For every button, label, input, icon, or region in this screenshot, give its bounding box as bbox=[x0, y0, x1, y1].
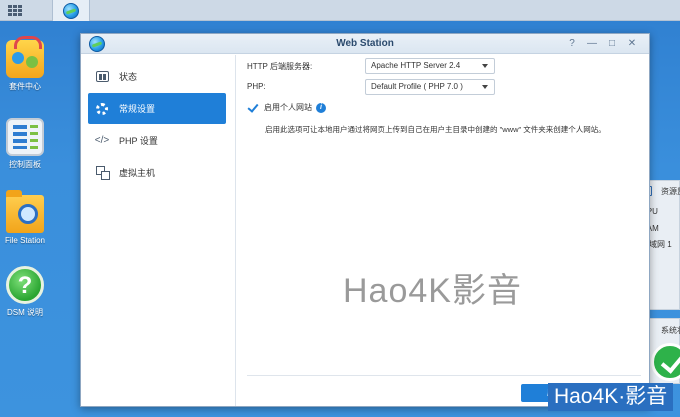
control-panel-icon bbox=[6, 118, 44, 156]
web-station-window: Web Station ? — □ ✕ 状态 常规设置 </> PHP 设置 虚… bbox=[80, 33, 650, 407]
status-icon bbox=[95, 70, 109, 84]
widget-title: 系统状 bbox=[661, 326, 680, 335]
package-center-icon bbox=[6, 36, 44, 78]
sidebar-item-label: 常规设置 bbox=[119, 104, 156, 114]
window-titlebar[interactable]: Web Station ? — □ ✕ bbox=[81, 34, 649, 54]
desktop-icon-dsm-help[interactable]: ? DSM 说明 bbox=[0, 266, 50, 318]
window-title: Web Station bbox=[336, 38, 394, 49]
desktop-icon-file-station[interactable]: File Station bbox=[0, 190, 50, 245]
http-backend-select[interactable]: Apache HTTP Server 2.4 bbox=[365, 58, 495, 74]
watermark-center: Hao4K影音 bbox=[343, 272, 522, 310]
taskbar bbox=[0, 0, 680, 21]
personal-website-checkbox[interactable] bbox=[247, 102, 258, 113]
sidebar-item-general-settings[interactable]: 常规设置 bbox=[88, 93, 226, 124]
php-profile-value: Default Profile ( PHP 7.0 ) bbox=[371, 82, 463, 91]
help-icon: ? bbox=[6, 266, 44, 304]
virtual-host-icon bbox=[95, 166, 110, 180]
sidebar-item-virtual-host[interactable]: 虚拟主机 bbox=[88, 157, 226, 188]
http-backend-value: Apache HTTP Server 2.4 bbox=[371, 61, 461, 70]
desktop-icon-label: 套件中心 bbox=[9, 82, 41, 91]
desktop-icon-package-center[interactable]: 套件中心 bbox=[0, 36, 50, 92]
taskbar-web-station-button[interactable] bbox=[52, 0, 90, 21]
gear-icon bbox=[95, 102, 109, 116]
desktop-icon-control-panel[interactable]: 控制面板 bbox=[0, 118, 50, 170]
sidebar-item-status[interactable]: 状态 bbox=[88, 61, 226, 92]
sidebar-item-label: PHP 设置 bbox=[119, 136, 158, 146]
http-backend-label: HTTP 后端服务器: bbox=[247, 62, 313, 71]
sidebar-item-php-settings[interactable]: </> PHP 设置 bbox=[88, 125, 226, 156]
watermark-corner: Hao4K·影音 bbox=[548, 383, 674, 411]
personal-website-label: 启用个人网站 bbox=[264, 103, 312, 112]
personal-website-row: 启用个人网站 i bbox=[247, 102, 326, 113]
personal-website-description: 启用此选项可让本地用户通过将网页上传到自己在用户主目录中创建的 "www" 文件… bbox=[265, 125, 606, 134]
code-icon: </> bbox=[94, 135, 110, 146]
main-menu-icon[interactable] bbox=[4, 0, 26, 21]
maximize-button[interactable]: □ bbox=[605, 37, 619, 51]
minimize-button[interactable]: — bbox=[585, 37, 599, 51]
web-station-globe-icon bbox=[63, 2, 79, 19]
desktop-icon-label: 控制面板 bbox=[9, 160, 41, 169]
info-icon[interactable]: i bbox=[316, 102, 326, 113]
desktop-icon-label: File Station bbox=[4, 236, 46, 245]
sidebar: 状态 常规设置 </> PHP 设置 虚拟主机 bbox=[81, 55, 236, 406]
help-button[interactable]: ? bbox=[565, 37, 579, 51]
widget-title: 资源监 bbox=[661, 187, 680, 196]
divider bbox=[247, 375, 641, 376]
sidebar-item-label: 虚拟主机 bbox=[119, 168, 156, 178]
settings-panel: HTTP 后端服务器: Apache HTTP Server 2.4 PHP: … bbox=[237, 55, 649, 406]
php-label: PHP: bbox=[247, 82, 266, 91]
file-station-icon bbox=[6, 190, 44, 233]
php-profile-select[interactable]: Default Profile ( PHP 7.0 ) bbox=[365, 79, 495, 95]
sidebar-item-label: 状态 bbox=[119, 72, 138, 82]
close-button[interactable]: ✕ bbox=[625, 37, 639, 51]
chevron-down-icon bbox=[482, 85, 488, 89]
chevron-down-icon bbox=[482, 64, 488, 68]
desktop-icon-label: DSM 说明 bbox=[7, 308, 43, 317]
